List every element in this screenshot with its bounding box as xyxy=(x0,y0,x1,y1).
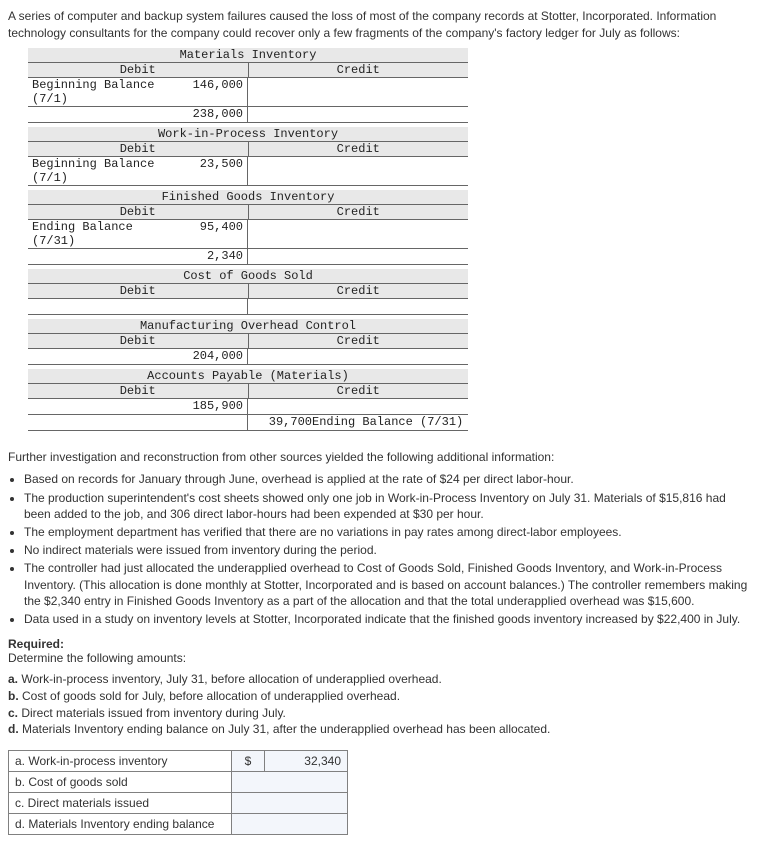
answer-row: a. Work-in-process inventory$32,340 xyxy=(9,751,348,772)
credit-row-amount xyxy=(252,299,312,314)
answer-row: b. Cost of goods sold xyxy=(9,772,348,793)
debit-row-label: Beginning Balance (7/1) xyxy=(32,78,183,106)
debit-row-amount: 23,500 xyxy=(183,157,243,185)
answer-row: c. Direct materials issued xyxy=(9,793,348,814)
further-text: Further investigation and reconstruction… xyxy=(8,449,753,466)
debit-header: Debit xyxy=(28,334,249,348)
question-item: c. Direct materials issued from inventor… xyxy=(8,705,753,722)
debit-header: Debit xyxy=(28,384,249,398)
t-account-row: 2,340 xyxy=(28,249,468,265)
debit-row-amount: 146,000 xyxy=(183,78,243,106)
credit-row-label xyxy=(312,220,464,248)
credit-row-amount xyxy=(252,107,312,122)
debit-row-label xyxy=(32,107,183,122)
debit-header: Debit xyxy=(28,284,249,298)
info-bullet: No indirect materials were issued from i… xyxy=(24,542,753,558)
credit-header: Credit xyxy=(249,384,469,398)
credit-row-label xyxy=(312,78,464,106)
debit-row-label xyxy=(32,415,183,430)
debit-row-label: Ending Balance (7/31) xyxy=(32,220,183,248)
debit-header: Debit xyxy=(28,63,249,77)
required-body: Determine the following amounts: xyxy=(8,651,753,665)
info-bullet: Based on records for January through Jun… xyxy=(24,471,753,487)
t-account-row xyxy=(28,299,468,315)
credit-row-amount xyxy=(252,249,312,264)
answer-row-label: d. Materials Inventory ending balance xyxy=(9,814,232,835)
credit-row-label xyxy=(312,399,464,414)
credit-row-amount xyxy=(252,399,312,414)
answer-input[interactable] xyxy=(232,772,348,793)
question-item: a. Work-in-process inventory, July 31, b… xyxy=(8,671,753,688)
answer-input[interactable] xyxy=(232,793,348,814)
answer-row-label: b. Cost of goods sold xyxy=(9,772,232,793)
credit-row-label xyxy=(312,249,464,264)
t-account-row: Ending Balance (7/31)95,400 xyxy=(28,220,468,249)
debit-row-amount: 2,340 xyxy=(183,249,243,264)
answer-input[interactable]: 32,340 xyxy=(265,751,348,772)
answer-input[interactable] xyxy=(232,814,348,835)
question-item: d. Materials Inventory ending balance on… xyxy=(8,721,753,738)
credit-header: Credit xyxy=(249,142,469,156)
info-bullet: The production superintendent's cost she… xyxy=(24,490,753,522)
debit-row-label xyxy=(32,399,183,414)
t-account: Accounts Payable (Materials)DebitCredit 1… xyxy=(28,369,468,431)
t-account: Manufacturing Overhead ControlDebitCredi… xyxy=(28,319,468,365)
debit-row-amount: 185,900 xyxy=(183,399,243,414)
answer-row-label: c. Direct materials issued xyxy=(9,793,232,814)
t-account-row: Beginning Balance (7/1)23,500 xyxy=(28,157,468,186)
t-account-row: Beginning Balance (7/1)146,000 xyxy=(28,78,468,107)
t-account-row: 185,900 xyxy=(28,399,468,415)
question-item: b. Cost of goods sold for July, before a… xyxy=(8,688,753,705)
debit-header: Debit xyxy=(28,142,249,156)
intro-text: A series of computer and backup system f… xyxy=(8,8,753,42)
t-account-title: Finished Goods Inventory xyxy=(28,190,468,205)
credit-row-amount xyxy=(252,78,312,106)
credit-header: Credit xyxy=(249,284,469,298)
debit-row-label xyxy=(32,349,183,364)
t-account-row: 238,000 xyxy=(28,107,468,123)
debit-row-label xyxy=(32,299,183,314)
answer-row-label: a. Work-in-process inventory xyxy=(9,751,232,772)
answer-table: a. Work-in-process inventory$32,340b. Co… xyxy=(8,750,348,835)
t-account: Cost of Goods SoldDebitCredit xyxy=(28,269,468,315)
credit-row-amount xyxy=(252,349,312,364)
t-account-row: 39,700Ending Balance (7/31) xyxy=(28,415,468,431)
info-bullet: Data used in a study on inventory levels… xyxy=(24,611,753,627)
required-heading: Required: xyxy=(8,637,753,651)
t-account-title: Cost of Goods Sold xyxy=(28,269,468,284)
currency-symbol: $ xyxy=(232,751,265,772)
credit-header: Credit xyxy=(249,63,469,77)
info-bullet: The controller had just allocated the un… xyxy=(24,560,753,609)
t-account: Finished Goods InventoryDebitCreditEndin… xyxy=(28,190,468,265)
t-account-row: 204,000 xyxy=(28,349,468,365)
debit-header: Debit xyxy=(28,205,249,219)
credit-header: Credit xyxy=(249,205,469,219)
credit-row-label xyxy=(312,349,464,364)
t-account-title: Manufacturing Overhead Control xyxy=(28,319,468,334)
debit-row-amount: 95,400 xyxy=(183,220,243,248)
t-account: Materials InventoryDebitCreditBeginning … xyxy=(28,48,468,123)
credit-row-label xyxy=(312,157,464,185)
credit-row-label xyxy=(312,107,464,122)
info-bullet: The employment department has verified t… xyxy=(24,524,753,540)
debit-row-label xyxy=(32,249,183,264)
debit-row-label: Beginning Balance (7/1) xyxy=(32,157,183,185)
info-bullet-list: Based on records for January through Jun… xyxy=(24,471,753,627)
t-account: Work-in-Process InventoryDebitCreditBegi… xyxy=(28,127,468,186)
credit-row-label: Ending Balance (7/31) xyxy=(312,415,464,430)
debit-row-amount xyxy=(183,415,243,430)
debit-row-amount xyxy=(183,299,243,314)
credit-row-amount: 39,700 xyxy=(252,415,312,430)
credit-row-amount xyxy=(252,157,312,185)
debit-row-amount: 204,000 xyxy=(183,349,243,364)
t-account-title: Materials Inventory xyxy=(28,48,468,63)
t-account-title: Accounts Payable (Materials) xyxy=(28,369,468,384)
credit-row-amount xyxy=(252,220,312,248)
credit-header: Credit xyxy=(249,334,469,348)
question-list: a. Work-in-process inventory, July 31, b… xyxy=(8,671,753,738)
t-account-title: Work-in-Process Inventory xyxy=(28,127,468,142)
answer-row: d. Materials Inventory ending balance xyxy=(9,814,348,835)
debit-row-amount: 238,000 xyxy=(183,107,243,122)
credit-row-label xyxy=(312,299,464,314)
